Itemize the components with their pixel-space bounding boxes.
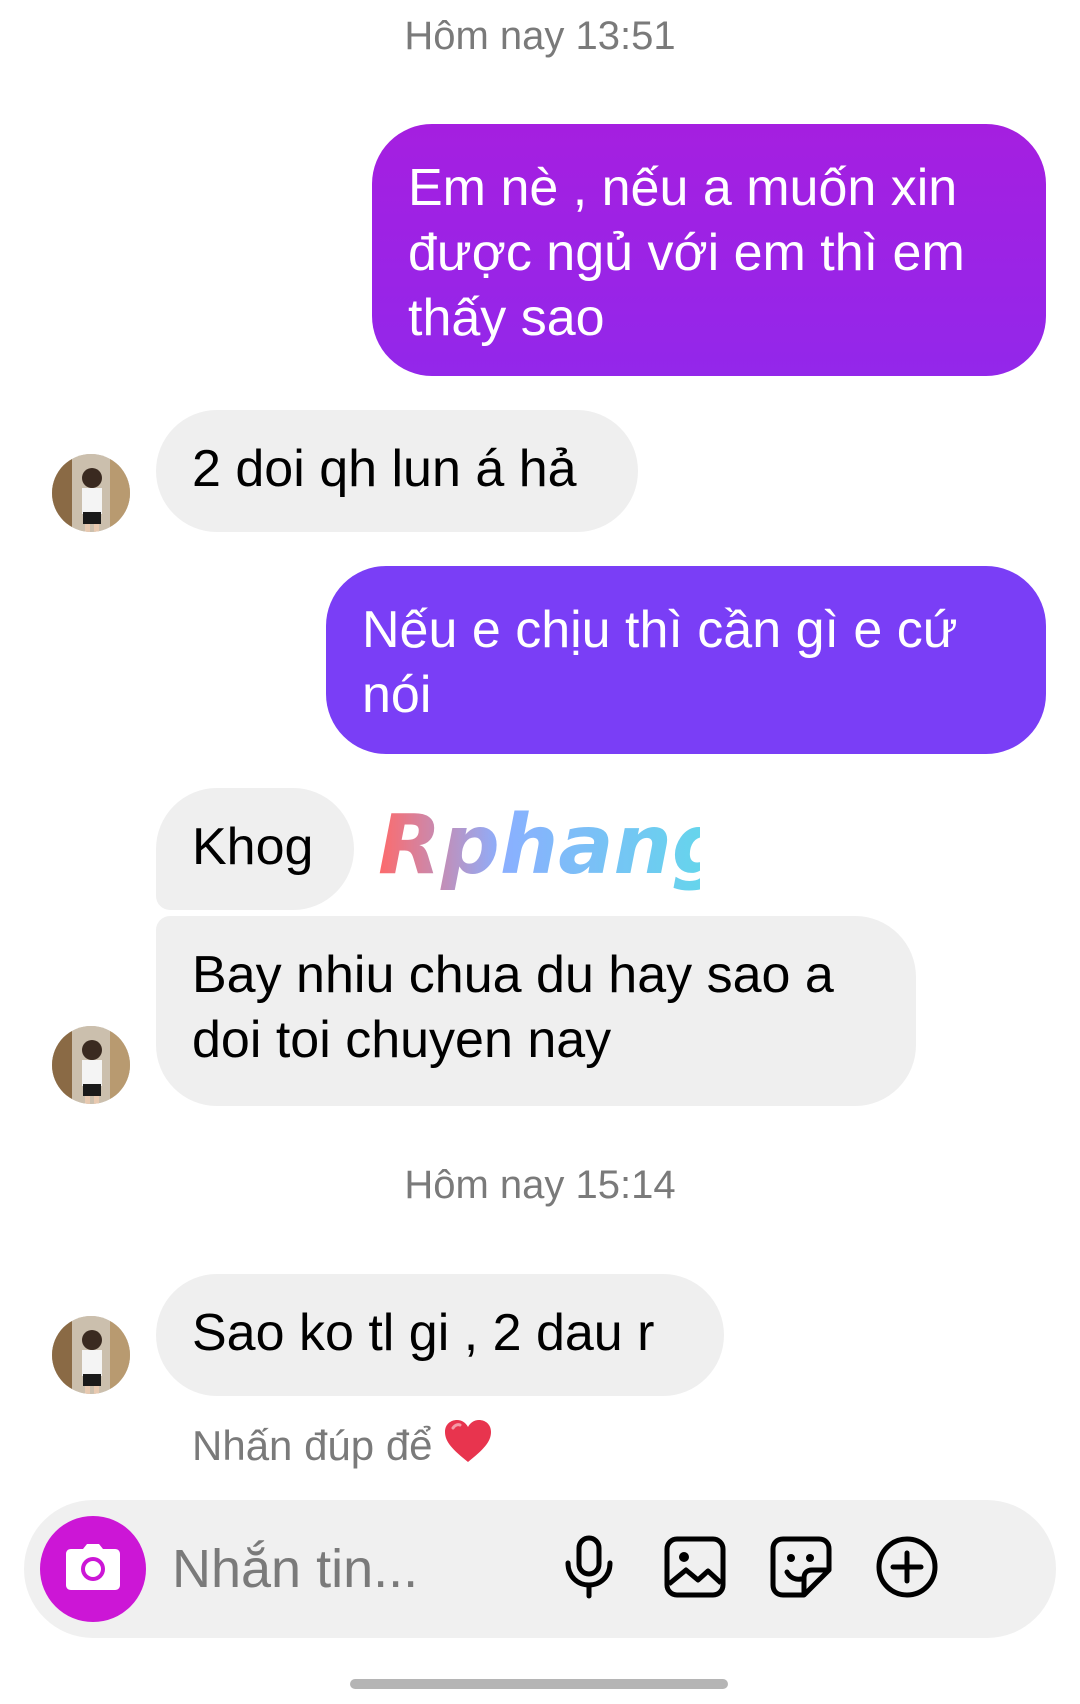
avatar[interactable]	[52, 1026, 130, 1104]
home-indicator[interactable]	[350, 1679, 728, 1689]
message-line: Bay nhiu chua du hay sao a	[192, 946, 834, 1004]
message-line: Sao ko tl gi , 2 dau r	[192, 1304, 655, 1362]
message-line: Khog	[192, 818, 314, 876]
incoming-message-2[interactable]: Khog	[156, 788, 354, 910]
microphone-button[interactable]	[554, 1534, 624, 1604]
message-input[interactable]: Nhắn tin...	[172, 1534, 418, 1604]
message-line: doi toi chuyen nay	[192, 1011, 612, 1069]
message-line: thấy sao	[408, 289, 605, 347]
plus-icon	[875, 1535, 939, 1604]
double-tap-hint: Nhấn đúp để	[192, 1418, 493, 1474]
timestamp-2: Hôm nay 15:14	[404, 1163, 676, 1207]
gallery-icon	[664, 1536, 726, 1603]
gallery-button[interactable]	[660, 1534, 730, 1604]
outgoing-message-2[interactable]: Nếu e chịu thì cần gì e cứ nói	[326, 566, 1046, 754]
message-line: Em nè , nếu a muốn xin	[408, 159, 958, 217]
watermark-logo: Rphang	[374, 798, 731, 920]
camera-icon	[65, 1543, 121, 1596]
incoming-message-3[interactable]: Bay nhiu chua du hay sao a doi toi chuye…	[156, 916, 916, 1106]
sticker-icon	[770, 1536, 832, 1603]
incoming-message-4[interactable]: Sao ko tl gi , 2 dau r	[156, 1274, 724, 1396]
message-line: 2 doi qh lun á hả	[192, 440, 577, 498]
camera-button[interactable]	[40, 1516, 146, 1622]
message-line: Nếu e chịu thì cần gì e cứ	[362, 601, 958, 659]
hint-text: Nhấn đúp để	[192, 1422, 433, 1469]
heart-icon	[443, 1418, 493, 1474]
timestamp-1: Hôm nay 13:51	[404, 14, 676, 58]
watermark-text: Rphang	[378, 803, 700, 893]
outgoing-message-1[interactable]: Em nè , nếu a muốn xin được ngủ với em t…	[372, 124, 1046, 376]
avatar[interactable]	[52, 454, 130, 532]
avatar[interactable]	[52, 1316, 130, 1394]
incoming-message-1[interactable]: 2 doi qh lun á hả	[156, 410, 638, 532]
sticker-button[interactable]	[766, 1534, 836, 1604]
message-line: được ngủ với em thì em	[408, 224, 965, 282]
message-composer: Nhắn tin...	[24, 1500, 1056, 1638]
microphone-icon	[561, 1535, 617, 1604]
more-button[interactable]	[872, 1534, 942, 1604]
message-line: nói	[362, 666, 432, 724]
